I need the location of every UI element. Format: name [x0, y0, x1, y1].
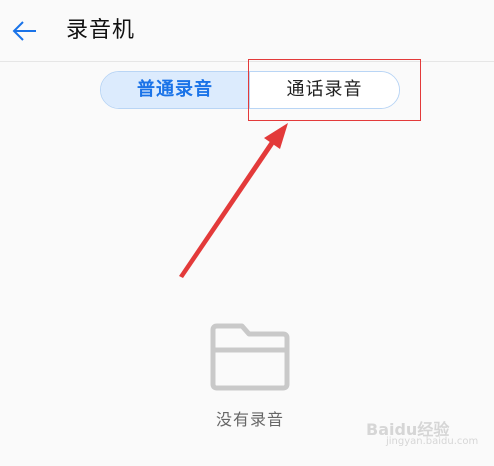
baidu-watermark: Baidu经验 jingyan.baidu.com: [366, 416, 486, 456]
annotation-highlight-box: [248, 59, 421, 121]
recorder-app: 录音机 普通录音 通话录音 没有录音 Baidu经验 jingyan.baidu…: [0, 0, 494, 466]
back-button[interactable]: [10, 16, 40, 46]
tab-normal-recording[interactable]: 普通录音: [101, 72, 249, 108]
page-title: 录音机: [66, 18, 136, 43]
folder-icon: [210, 323, 290, 391]
header-bar: 录音机: [0, 0, 494, 62]
arrow-head: [264, 123, 288, 149]
arrow-shaft: [179, 140, 275, 278]
arrow-left-icon: [12, 21, 36, 41]
watermark-subtext: jingyan.baidu.com: [386, 436, 479, 447]
